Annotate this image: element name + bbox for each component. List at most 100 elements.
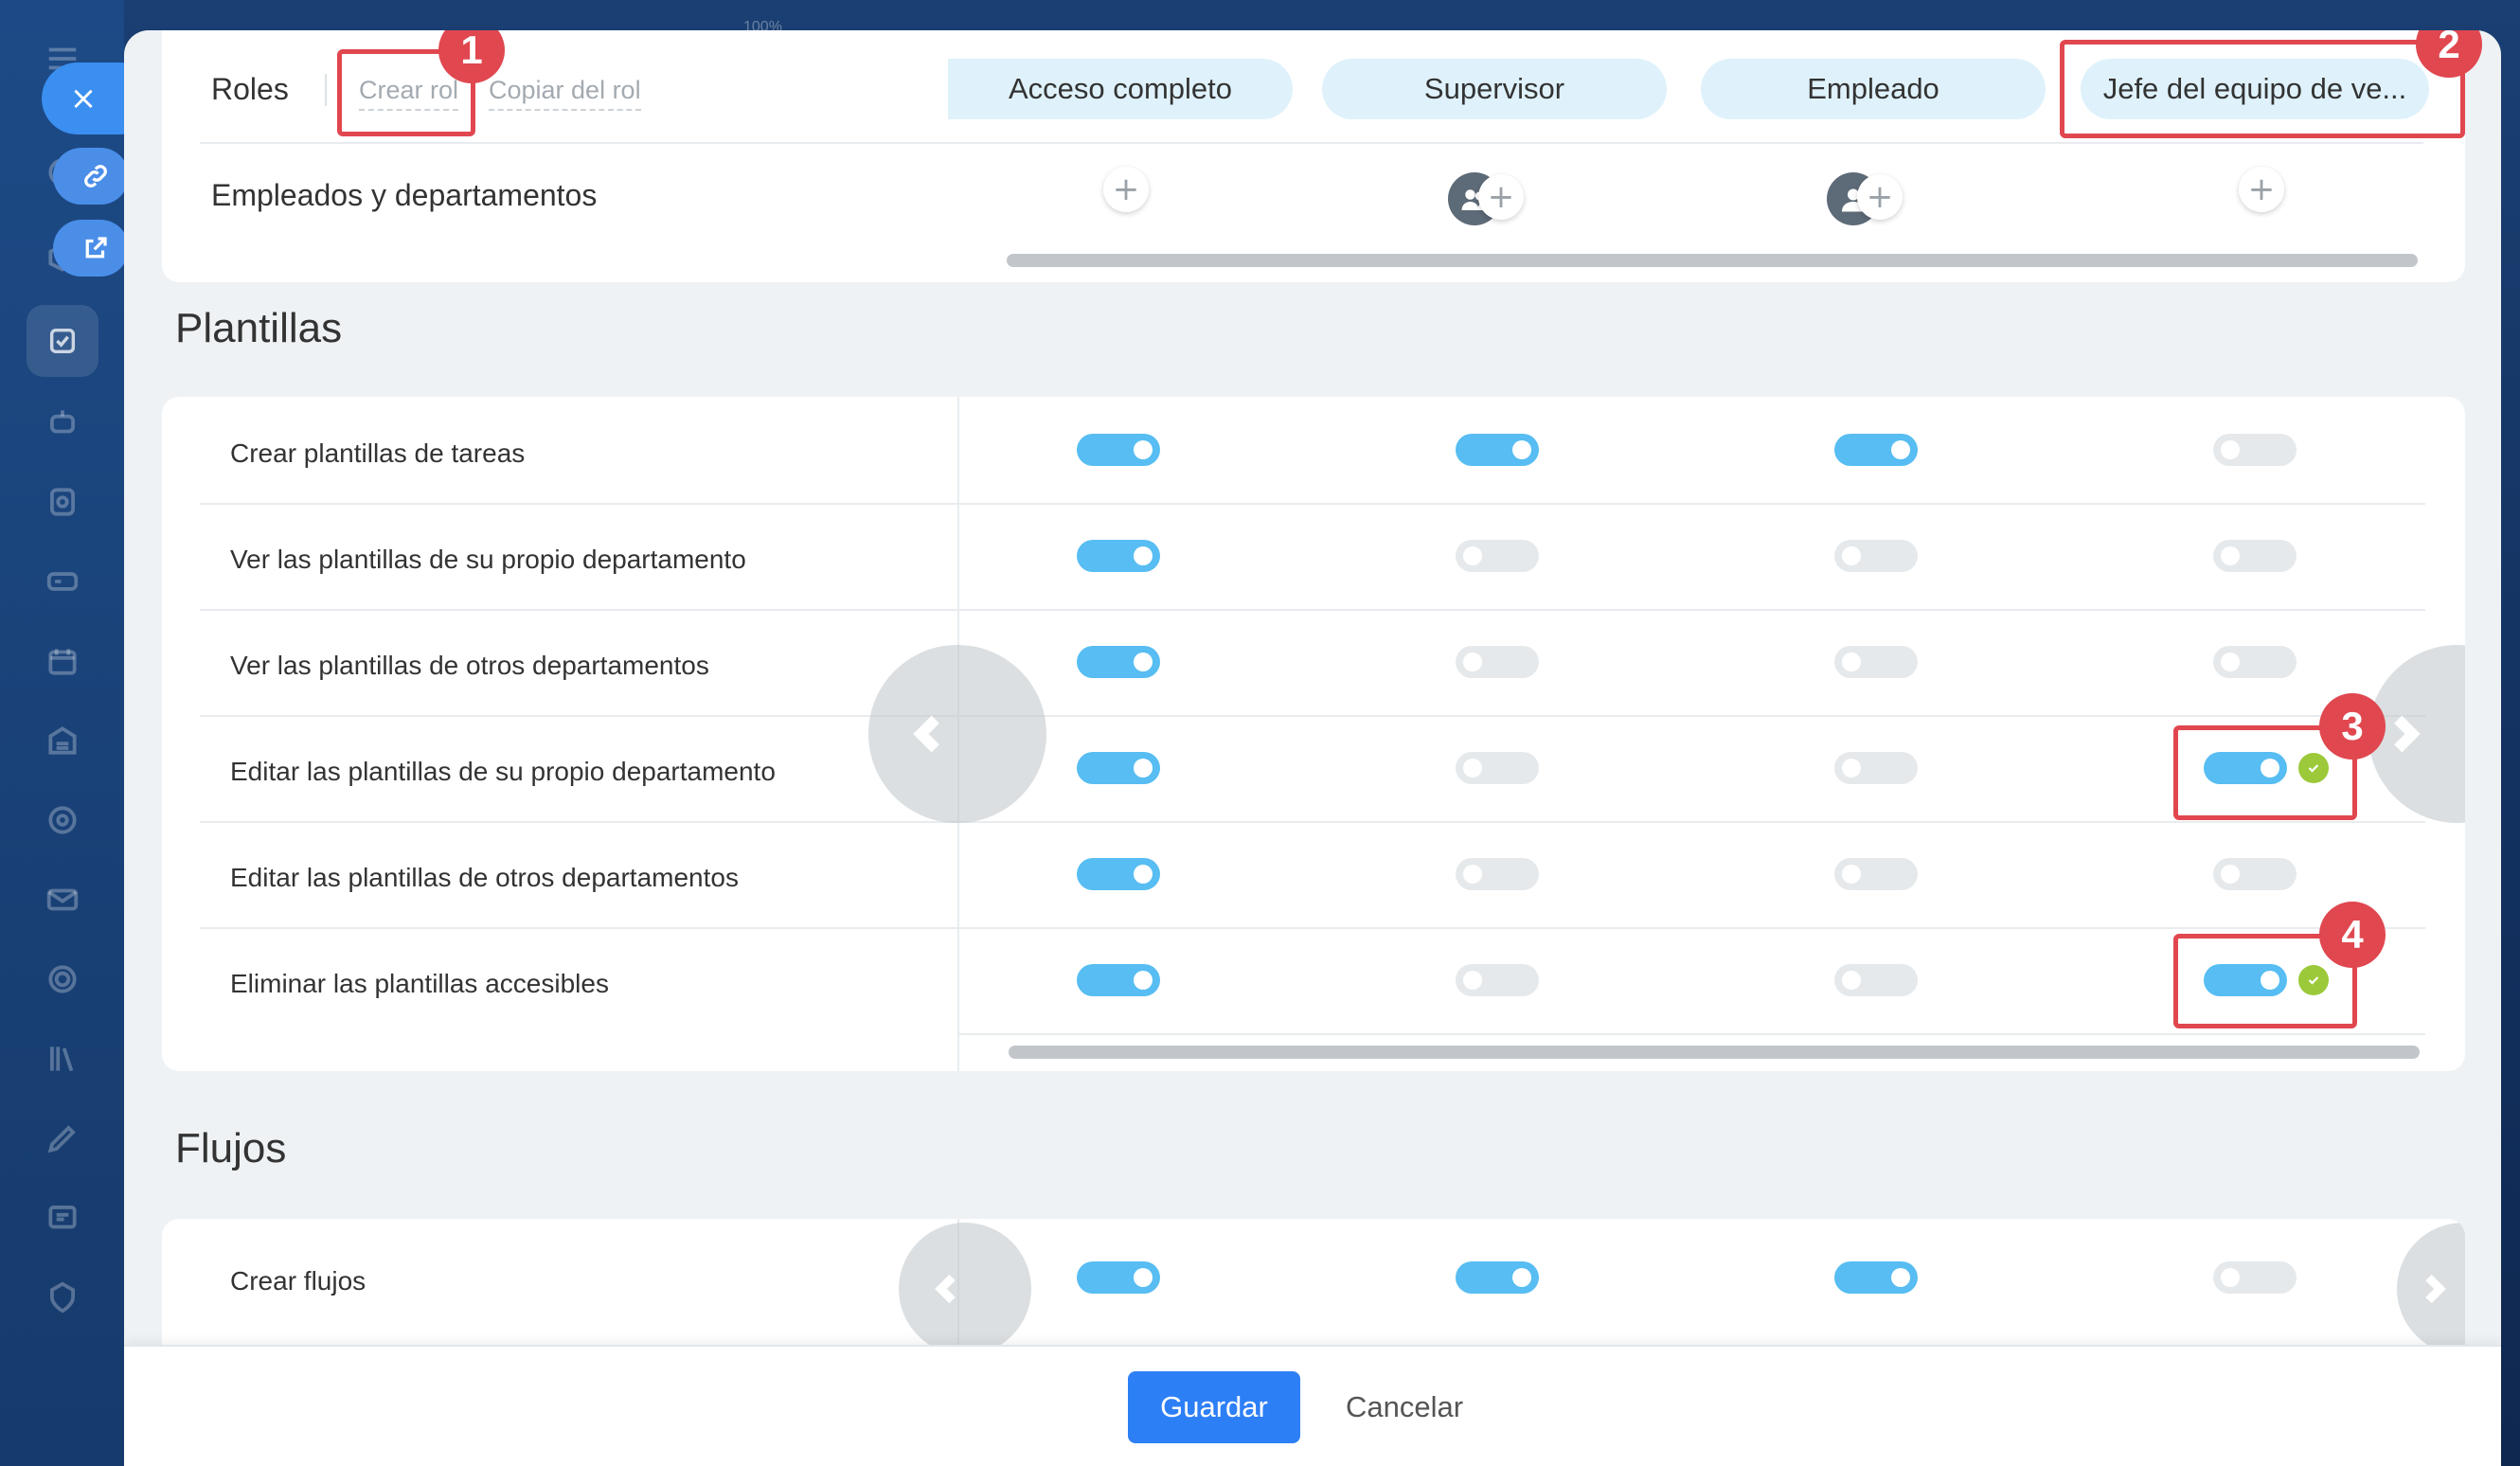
permission-toggle[interactable] — [1077, 964, 1160, 996]
permission-toggle[interactable] — [1834, 752, 1918, 784]
cancel-button[interactable]: Cancelar — [1346, 1371, 1463, 1443]
toggle-knob — [2221, 546, 2240, 565]
scroll-left-button[interactable] — [899, 1223, 1031, 1355]
save-button[interactable]: Guardar — [1128, 1371, 1300, 1443]
toggle-knob — [1134, 546, 1153, 565]
tasks-icon[interactable] — [27, 305, 98, 377]
link-icon — [84, 165, 107, 188]
permission-toggle[interactable] — [1077, 540, 1160, 572]
horizontal-scrollbar[interactable] — [1009, 1046, 2420, 1059]
permission-toggle[interactable] — [1834, 434, 1918, 466]
permission-toggle[interactable] — [2213, 540, 2297, 572]
row-label: Ver las plantillas de su propio departam… — [230, 545, 746, 574]
divider — [957, 142, 2423, 144]
toggle-knob — [1463, 971, 1482, 990]
close-icon: × — [69, 80, 98, 117]
toggle-knob — [2221, 440, 2240, 459]
permission-toggle[interactable] — [1456, 646, 1539, 678]
add-member-button[interactable]: + — [1857, 174, 1903, 220]
toggle-knob — [1463, 653, 1482, 671]
permission-toggle[interactable] — [1077, 1261, 1160, 1294]
divider — [959, 821, 2425, 823]
external-link-icon — [85, 237, 107, 259]
permission-toggle[interactable] — [1834, 1261, 1918, 1294]
toggle-knob — [1512, 440, 1531, 459]
toggle-knob — [2221, 653, 2240, 671]
robot-icon[interactable] — [42, 402, 83, 443]
permission-toggle[interactable] — [2213, 1261, 2297, 1294]
plus-icon: + — [1112, 170, 1140, 208]
divider — [200, 609, 957, 611]
row-label: Editar las plantillas de su propio depar… — [230, 757, 776, 786]
drive-icon[interactable] — [42, 561, 83, 602]
annotation-box-2 — [2060, 40, 2465, 138]
settings-icon[interactable] — [42, 958, 83, 1000]
scroll-left-button[interactable] — [868, 645, 1046, 823]
divider — [200, 927, 957, 929]
permission-toggle[interactable] — [1456, 858, 1539, 890]
permission-toggle[interactable] — [1834, 646, 1918, 678]
mail-icon[interactable] — [42, 879, 83, 921]
permission-toggle[interactable] — [1077, 858, 1160, 890]
permission-toggle[interactable] — [1077, 752, 1160, 784]
templates-card: Crear plantillas de tareas Ver las plant… — [162, 397, 2465, 1071]
row-label: Crear plantillas de tareas — [230, 438, 526, 468]
open-new-window-button[interactable] — [53, 220, 129, 277]
permission-toggle[interactable] — [2213, 646, 2297, 678]
add-member-button[interactable]: + — [1478, 174, 1524, 220]
toggle-knob — [1842, 865, 1861, 884]
permission-toggle[interactable] — [1077, 646, 1160, 678]
permission-toggle[interactable] — [1456, 964, 1539, 996]
toggle-knob — [1842, 546, 1861, 565]
annotation-badge-3: 3 — [2319, 693, 2386, 760]
section-title-flows: Flujos — [175, 1125, 287, 1171]
permission-toggle[interactable] — [1834, 540, 1918, 572]
toggle-knob — [1891, 440, 1910, 459]
divider — [959, 1033, 2425, 1035]
divider — [200, 821, 957, 823]
employees-departments-label: Empleados y departamentos — [211, 178, 598, 212]
chevron-right-icon — [2394, 715, 2421, 753]
add-member-button[interactable]: + — [2239, 167, 2284, 212]
toggle-knob — [1134, 440, 1153, 459]
add-member-button[interactable]: + — [1103, 167, 1149, 212]
divider — [200, 503, 957, 505]
library-icon[interactable] — [42, 1038, 83, 1080]
calendar-icon[interactable] — [42, 640, 83, 682]
plus-icon: + — [1487, 178, 1515, 216]
sites-icon[interactable] — [42, 481, 83, 523]
permission-toggle[interactable] — [1456, 540, 1539, 572]
chevron-left-icon — [913, 715, 939, 753]
permission-toggle[interactable] — [1834, 964, 1918, 996]
toggle-knob — [1134, 1268, 1153, 1287]
plus-icon: + — [1866, 178, 1894, 216]
section-title-templates: Plantillas — [175, 305, 343, 351]
sign-icon[interactable] — [42, 1117, 83, 1159]
target-icon[interactable] — [42, 799, 83, 841]
roles-label: Roles — [211, 72, 289, 106]
copy-role-link[interactable]: Copiar del rol — [489, 76, 641, 111]
divider — [959, 609, 2425, 611]
toggle-knob — [1134, 971, 1153, 990]
copy-link-button[interactable] — [53, 148, 129, 205]
store-icon[interactable] — [42, 720, 83, 761]
permission-toggle[interactable] — [1456, 1261, 1539, 1294]
role-supervisor[interactable]: Supervisor — [1322, 59, 1667, 119]
chevron-left-icon — [935, 1274, 956, 1304]
shield-icon[interactable] — [42, 1277, 83, 1318]
permission-toggle[interactable] — [1834, 858, 1918, 890]
toggle-knob — [1463, 546, 1482, 565]
permission-toggle[interactable] — [2213, 858, 2297, 890]
permission-toggle[interactable] — [1456, 434, 1539, 466]
row-label: Editar las plantillas de otros departame… — [230, 863, 739, 892]
role-full-access[interactable]: Acceso completo — [948, 59, 1293, 119]
permission-toggle[interactable] — [1456, 752, 1539, 784]
chat-icon[interactable] — [42, 1197, 83, 1239]
footer-bar: Guardar Cancelar — [124, 1345, 2501, 1466]
toggle-knob — [1891, 1268, 1910, 1287]
toggle-knob — [1134, 759, 1153, 778]
role-employee[interactable]: Empleado — [1701, 59, 2046, 119]
permission-toggle[interactable] — [2213, 434, 2297, 466]
horizontal-scrollbar[interactable] — [1007, 254, 2418, 267]
permission-toggle[interactable] — [1077, 434, 1160, 466]
